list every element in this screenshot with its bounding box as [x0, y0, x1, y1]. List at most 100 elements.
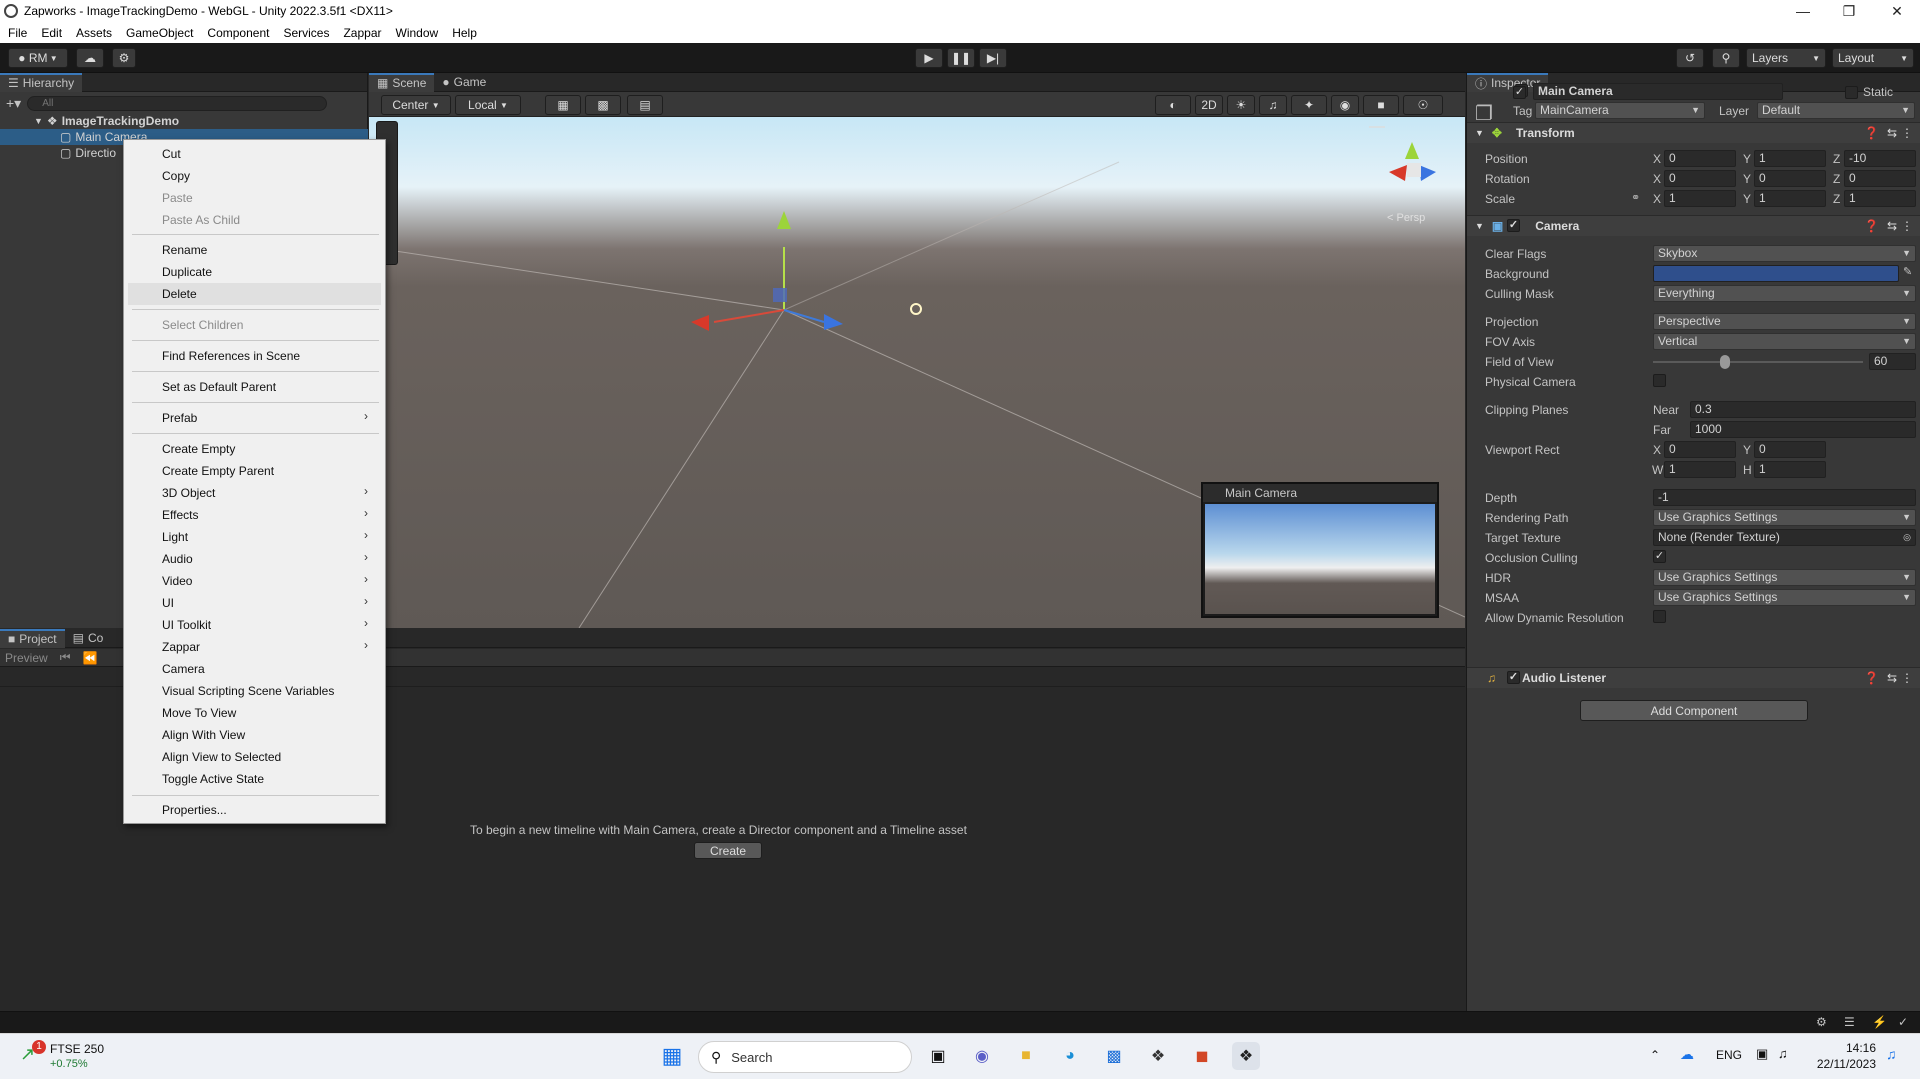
pause-button[interactable]: ❚❚ — [947, 48, 975, 68]
menu-item-delete[interactable]: Delete — [162, 285, 197, 303]
powerpoint-icon[interactable]: ◼ — [1188, 1042, 1216, 1070]
create-timeline-button[interactable]: Create — [694, 842, 762, 859]
audio-listener-checkbox[interactable]: ✓ — [1507, 671, 1520, 684]
menu-item-ui-toolkit[interactable]: UI Toolkit — [162, 616, 211, 634]
collab-icon[interactable]: ⚙ — [112, 48, 136, 68]
menu-item-create-empty-parent[interactable]: Create Empty Parent — [162, 462, 274, 480]
menu-item-cut[interactable]: Cut — [162, 145, 181, 163]
first-frame-icon[interactable]: ⏮ — [60, 650, 71, 665]
occlusion-culling-checkbox[interactable]: ✓ — [1653, 550, 1666, 563]
fov-field[interactable]: 60 — [1869, 353, 1916, 370]
preview-button[interactable]: Preview — [5, 651, 48, 665]
gizmos-icon[interactable]: ☉ — [1403, 95, 1443, 115]
more-icon[interactable]: ⋮ — [1901, 671, 1913, 685]
taskbar-search-box[interactable]: ⚲ Search — [698, 1041, 912, 1073]
pivot-dropdown[interactable]: Center ▼ — [381, 95, 451, 115]
tab-scene[interactable]: ▦ Scene — [369, 72, 435, 92]
ruler-icon[interactable]: ▤ — [627, 95, 663, 115]
menu-item-copy[interactable]: Copy — [162, 167, 190, 185]
windows-start-icon[interactable]: ▦ — [658, 1042, 686, 1070]
menu-item-visual-scripting[interactable]: Visual Scripting Scene Variables — [162, 682, 334, 700]
grid-snap-icon[interactable]: ▦ — [545, 95, 581, 115]
menu-item-select-children[interactable]: Select Children — [162, 316, 243, 334]
add-icon[interactable]: +▾ — [6, 95, 21, 112]
position-z-field[interactable]: -10 — [1844, 150, 1916, 167]
fov-axis-dropdown[interactable]: Vertical ▼ — [1653, 333, 1916, 350]
notifications-bell-icon[interactable]: ♫ — [1886, 1046, 1897, 1062]
viewport-h-field[interactable]: 1 — [1754, 461, 1826, 478]
visibility-icon[interactable]: ◉ — [1331, 95, 1359, 115]
menu-item-align-with-view[interactable]: Align With View — [162, 726, 245, 744]
camera-settings-icon[interactable]: ■ — [1363, 95, 1399, 115]
menu-item-ui[interactable]: UI — [162, 594, 174, 612]
menu-item-paste[interactable]: Paste — [162, 189, 193, 207]
menu-item-duplicate[interactable]: Duplicate — [162, 263, 212, 281]
menu-item-camera[interactable]: Camera — [162, 660, 205, 678]
clock-time[interactable]: 14:16 — [1816, 1041, 1876, 1055]
viewport-y-field[interactable]: 0 — [1754, 441, 1826, 458]
audio-listener-header[interactable]: ♫ ✓ Audio Listener ❓ ⇆ ⋮ — [1467, 667, 1920, 688]
menu-services[interactable]: Services — [283, 26, 329, 40]
menu-item-effects[interactable]: Effects — [162, 506, 198, 524]
tag-dropdown[interactable]: MainCamera ▼ — [1535, 102, 1705, 119]
audio-icon[interactable]: ♫ — [1259, 95, 1287, 115]
more-icon[interactable]: ⋮ — [1901, 219, 1913, 233]
task-view-icon[interactable]: ▣ — [924, 1042, 952, 1070]
file-explorer-icon[interactable]: ■ — [1012, 1042, 1040, 1070]
step-button[interactable]: ▶| — [979, 48, 1007, 68]
menu-item-toggle-active[interactable]: Toggle Active State — [162, 770, 264, 788]
tab-project[interactable]: ■ Project — [0, 628, 65, 648]
menu-file[interactable]: File — [8, 26, 27, 40]
status-check-icon[interactable]: ✓ — [1898, 1015, 1908, 1029]
account-dropdown[interactable]: ● RM ▼ — [8, 48, 68, 68]
network-icon[interactable]: ▣ — [1756, 1046, 1768, 1062]
culling-mask-dropdown[interactable]: Everything ▼ — [1653, 285, 1916, 302]
lighting-icon[interactable]: ☀ — [1227, 95, 1255, 115]
msaa-dropdown[interactable]: Use Graphics Settings ▼ — [1653, 589, 1916, 606]
history-icon[interactable]: ↺ — [1676, 48, 1704, 68]
teams-icon[interactable]: ◉ — [968, 1042, 996, 1070]
camera-component-header[interactable]: ▼ ▣ ✓ Camera ❓ ⇆ ⋮ — [1467, 215, 1920, 236]
near-field[interactable]: 0.3 — [1690, 401, 1916, 418]
help-icon[interactable]: ❓ — [1864, 126, 1879, 140]
expand-arrow-icon[interactable]: ▼ — [1475, 221, 1484, 231]
snap-increment-icon[interactable]: ▩ — [585, 95, 621, 115]
menu-window[interactable]: Window — [396, 26, 439, 40]
static-checkbox[interactable] — [1845, 86, 1858, 99]
target-texture-field[interactable]: None (Render Texture) ◎ — [1653, 529, 1916, 546]
menu-item-video[interactable]: Video — [162, 572, 192, 590]
background-color-field[interactable] — [1653, 265, 1899, 282]
menu-item-light[interactable]: Light — [162, 528, 188, 546]
cache-icon[interactable]: ☰ — [1844, 1015, 1855, 1029]
menu-item-properties[interactable]: Properties... — [162, 801, 227, 819]
more-icon[interactable]: ⋮ — [1901, 126, 1913, 140]
hdr-dropdown[interactable]: Use Graphics Settings ▼ — [1653, 569, 1916, 586]
ticker-name[interactable]: FTSE 250 — [50, 1042, 104, 1056]
debug-icon[interactable]: ⚙ — [1816, 1015, 1827, 1029]
rendering-path-dropdown[interactable]: Use Graphics Settings ▼ — [1653, 509, 1916, 526]
depth-field[interactable]: -1 — [1653, 489, 1916, 506]
rotation-z-field[interactable]: 0 — [1844, 170, 1916, 187]
minimize-button[interactable]: — — [1780, 0, 1826, 22]
menu-item-move-to-view[interactable]: Move To View — [162, 704, 236, 722]
menu-edit[interactable]: Edit — [41, 26, 62, 40]
language-indicator[interactable]: ENG — [1716, 1048, 1742, 1062]
menu-component[interactable]: Component — [207, 26, 269, 40]
effects-icon[interactable]: ✦ — [1291, 95, 1327, 115]
preset-icon[interactable]: ⇆ — [1887, 671, 1897, 685]
store-icon[interactable]: ▩ — [1100, 1042, 1128, 1070]
transform-header[interactable]: ▼ ✥ Transform ❓ ⇆ ⋮ — [1467, 122, 1920, 143]
viewport-w-field[interactable]: 1 — [1664, 461, 1736, 478]
toggle-2d-button[interactable]: 2D — [1195, 95, 1223, 115]
position-y-field[interactable]: 1 — [1754, 150, 1826, 167]
menu-assets[interactable]: Assets — [76, 26, 112, 40]
show-hidden-icons[interactable]: ⌃ — [1650, 1048, 1660, 1062]
camera-enabled-checkbox[interactable]: ✓ — [1507, 219, 1520, 232]
search-icon[interactable]: ⚲ — [1712, 48, 1740, 68]
active-checkbox[interactable]: ✓ — [1513, 86, 1526, 99]
clock-date[interactable]: 22/11/2023 — [1808, 1057, 1876, 1071]
onedrive-icon[interactable]: ☁ — [1680, 1046, 1694, 1063]
scene-root-row[interactable]: ▼ ❖ ImageTrackingDemo — [0, 113, 368, 129]
hierarchy-search-input[interactable] — [27, 95, 328, 111]
physical-camera-checkbox[interactable] — [1653, 374, 1666, 387]
